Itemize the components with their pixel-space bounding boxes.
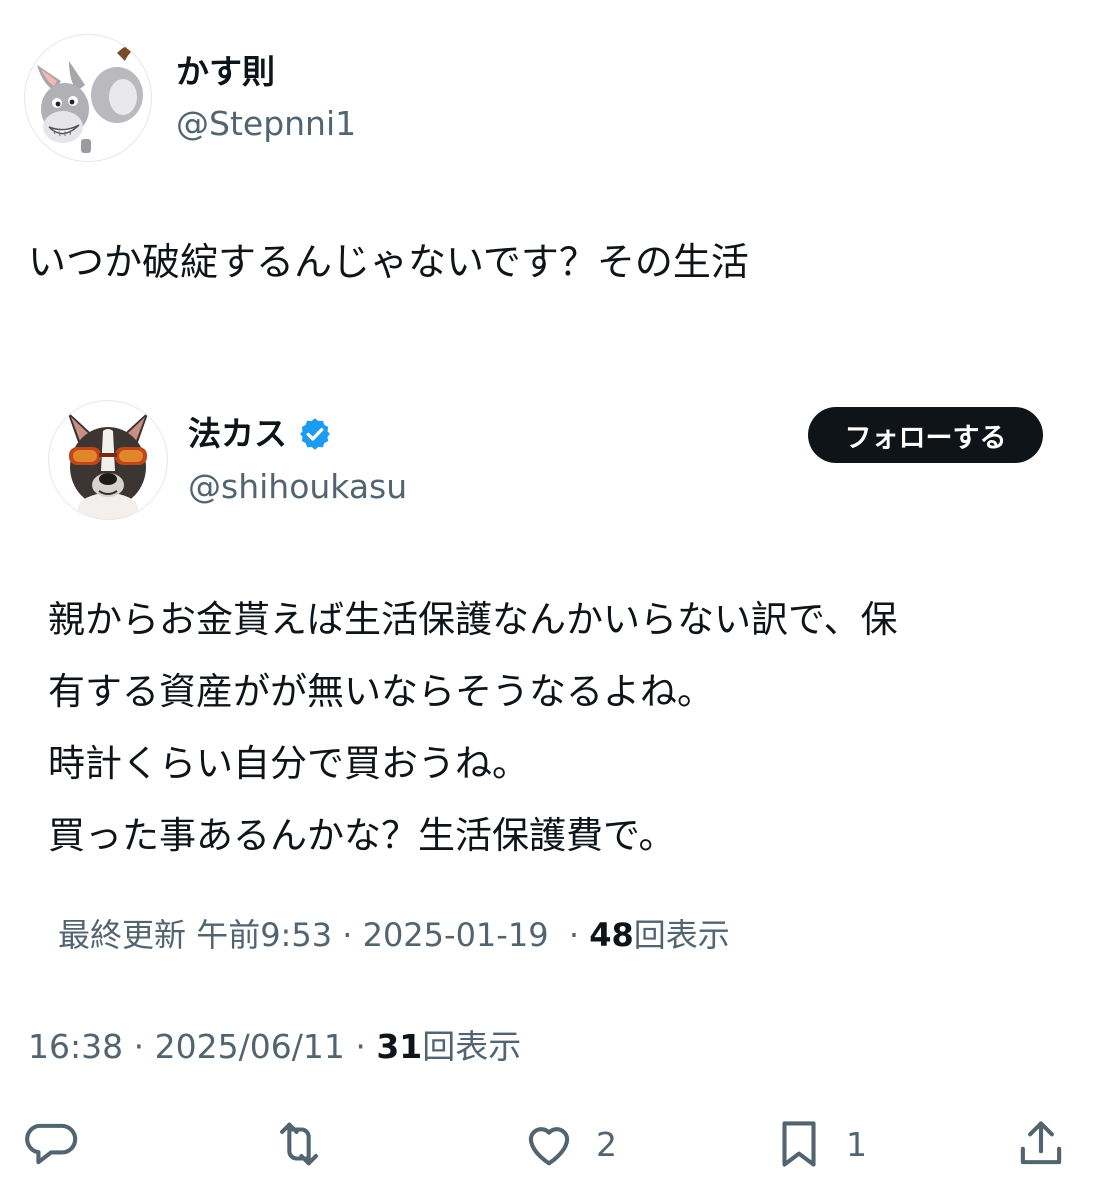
quote-body: 親からお金貰えば生活保護なんかいらない訳で、保 有する資産がが無いならそうなるよ… xyxy=(48,584,1058,872)
like-count: 2 xyxy=(596,1124,617,1164)
bookmark-icon xyxy=(782,1121,816,1167)
bookmark-count: 1 xyxy=(846,1124,867,1164)
heart-icon xyxy=(528,1127,570,1166)
tweet-views-label: 回表示 xyxy=(422,1027,522,1066)
quote-body-line: 有する資産がが無いならそうなるよね。 xyxy=(48,670,714,713)
author-name[interactable]: かす則 xyxy=(176,50,275,94)
quote-avatar[interactable] xyxy=(48,400,168,520)
quote-author-handle[interactable]: @shihoukasu xyxy=(188,465,407,509)
verified-badge-icon xyxy=(300,418,330,450)
retweet-button[interactable] xyxy=(270,1112,328,1176)
separator: · xyxy=(568,916,580,954)
quote-body-line: 買った事あるんかな？生活保護費で。 xyxy=(48,814,676,857)
author-handle[interactable]: @Stepnni1 xyxy=(176,102,356,146)
share-upload-icon xyxy=(1020,1121,1062,1165)
share-button[interactable] xyxy=(1012,1112,1070,1176)
quote-updated-label: 最終更新 xyxy=(58,916,187,954)
quote-body-line: 時計くらい自分で買おうね。 xyxy=(48,742,529,785)
quote-views-count[interactable]: 48 xyxy=(589,916,634,954)
separator: · xyxy=(342,916,353,954)
tweet-meta: 16:38 · 2025/06/11 · 31回表示 xyxy=(28,1024,521,1070)
separator: · xyxy=(355,1027,366,1066)
retweet-icon xyxy=(280,1122,318,1166)
quote-updated-date[interactable]: 2025-01-19 xyxy=(363,916,549,954)
bookmark-button[interactable]: 1 xyxy=(770,1112,867,1176)
author-avatar[interactable] xyxy=(24,34,152,162)
quote-body-line: 親からお金貰えば生活保護なんかいらない訳で、保 xyxy=(48,598,898,641)
follow-button[interactable]: フォローする xyxy=(808,407,1043,463)
tweet-time[interactable]: 16:38 xyxy=(28,1027,123,1066)
quote-meta: 最終更新 午前9:53 · 2025-01-19 · 48回表示 xyxy=(58,912,730,958)
tweet-views-count[interactable]: 31 xyxy=(376,1027,422,1066)
donkey-icon xyxy=(37,44,143,153)
tweet-text: いつか破綻するんじゃないです？その生活 xyxy=(28,240,749,284)
quote-views-label: 回表示 xyxy=(633,916,730,954)
quote-name-row: 法カス xyxy=(188,410,333,458)
french-bulldog-sunglasses-icon xyxy=(67,411,149,519)
quote-updated-time[interactable]: 午前9:53 xyxy=(196,916,332,954)
reply-bubble-icon xyxy=(25,1123,78,1165)
separator: · xyxy=(133,1027,145,1066)
quote-author-name[interactable]: 法カス xyxy=(188,412,287,456)
tweet-date[interactable]: 2025/06/11 xyxy=(155,1027,345,1066)
like-button[interactable]: 2 xyxy=(520,1112,617,1176)
reply-button[interactable] xyxy=(22,1112,80,1176)
